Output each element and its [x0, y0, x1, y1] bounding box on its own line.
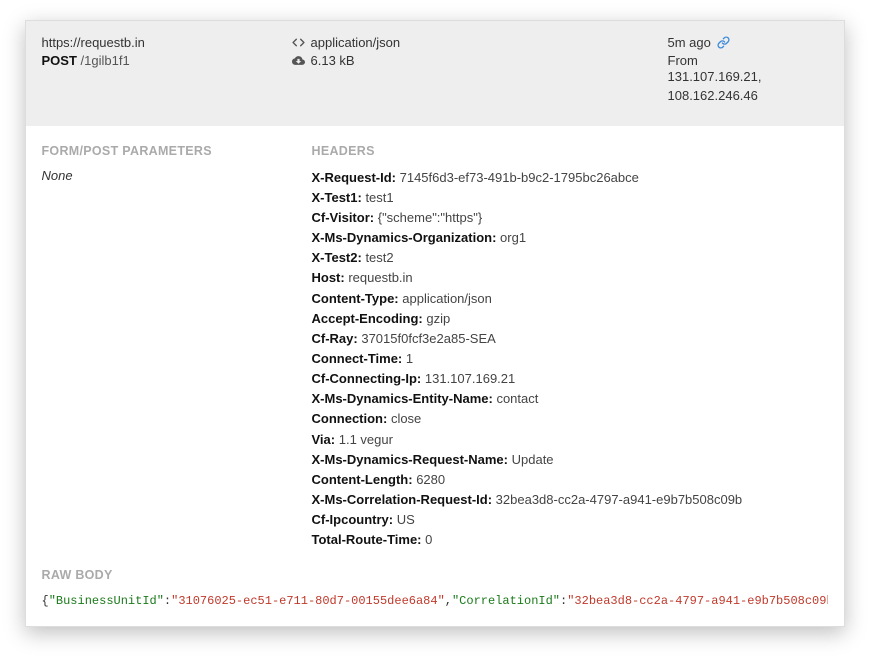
header-name: Connection:: [312, 411, 388, 426]
header-row: Content-Length: 6280: [312, 470, 828, 490]
header-value: contact: [493, 391, 539, 406]
header-row: Cf-Ray: 37015f0fcf3e2a85-SEA: [312, 329, 828, 349]
header-value: 37015f0fcf3e2a85-SEA: [358, 331, 496, 346]
header-name: X-Test1:: [312, 190, 362, 205]
raw-body-section: RAW BODY {"BusinessUnitId":"31076025-ec5…: [26, 556, 844, 624]
header-value: 32bea3d8-cc2a-4797-a941-e9b7b508c09b: [492, 492, 742, 507]
request-url: https://requestb.in: [42, 35, 292, 50]
header-name: Accept-Encoding:: [312, 311, 423, 326]
header-name: X-Ms-Dynamics-Request-Name:: [312, 452, 509, 467]
header-name: Cf-Ray:: [312, 331, 358, 346]
request-path: /1gilb1f1: [81, 53, 130, 68]
request-card: https://requestb.in POST /1gilb1f1 appli…: [25, 20, 845, 627]
header-name: X-Request-Id:: [312, 170, 397, 185]
header-row: Cf-Connecting-Ip: 131.107.169.21: [312, 369, 828, 389]
header-value: 1: [402, 351, 413, 366]
params-column: FORM/POST PARAMETERS None: [42, 144, 312, 551]
summary-meta-col: application/json 6.13 kB: [292, 35, 668, 106]
header-row: X-Ms-Dynamics-Organization: org1: [312, 228, 828, 248]
content-type-row: application/json: [292, 35, 668, 50]
header-row: X-Test2: test2: [312, 248, 828, 268]
header-row: Host: requestb.in: [312, 268, 828, 288]
header-row: Content-Type: application/json: [312, 289, 828, 309]
header-name: X-Test2:: [312, 250, 362, 265]
header-name: Cf-Connecting-Ip:: [312, 371, 422, 386]
header-value: gzip: [423, 311, 450, 326]
permalink-icon[interactable]: [717, 36, 730, 49]
header-name: Cf-Visitor:: [312, 210, 375, 225]
header-row: Cf-Ipcountry: US: [312, 510, 828, 530]
size-row: 6.13 kB: [292, 53, 668, 68]
params-none: None: [42, 168, 292, 183]
method-path-row: POST /1gilb1f1: [42, 53, 292, 68]
details-section: FORM/POST PARAMETERS None HEADERS X-Requ…: [26, 126, 844, 557]
header-row: Accept-Encoding: gzip: [312, 309, 828, 329]
header-row: X-Ms-Dynamics-Request-Name: Update: [312, 450, 828, 470]
time-row: 5m ago: [668, 35, 828, 50]
header-row: X-Request-Id: 7145f6d3-ef73-491b-b9c2-17…: [312, 168, 828, 188]
http-method: POST: [42, 53, 77, 68]
header-value: test2: [362, 250, 394, 265]
summary-time-col: 5m ago From 131.107.169.21, 108.162.246.…: [668, 35, 828, 106]
header-value: {"scheme":"https"}: [374, 210, 482, 225]
from-label: From: [668, 53, 828, 68]
summary-bar: https://requestb.in POST /1gilb1f1 appli…: [26, 21, 844, 126]
header-value: close: [387, 411, 421, 426]
header-name: X-Ms-Correlation-Request-Id:: [312, 492, 493, 507]
headers-title: HEADERS: [312, 144, 828, 158]
header-row: Via: 1.1 vegur: [312, 430, 828, 450]
header-row: Total-Route-Time: 0: [312, 530, 828, 550]
header-row: X-Ms-Correlation-Request-Id: 32bea3d8-cc…: [312, 490, 828, 510]
header-name: X-Ms-Dynamics-Organization:: [312, 230, 497, 245]
header-name: Total-Route-Time:: [312, 532, 422, 547]
header-row: Cf-Visitor: {"scheme":"https"}: [312, 208, 828, 228]
from-ips: 131.107.169.21, 108.162.246.46: [668, 68, 828, 106]
header-name: Host:: [312, 270, 345, 285]
code-icon: [292, 36, 305, 49]
header-value: 6280: [413, 472, 446, 487]
header-value: 1.1 vegur: [335, 432, 393, 447]
header-value: 7145f6d3-ef73-491b-b9c2-1795bc26abce: [396, 170, 639, 185]
header-name: Content-Type:: [312, 291, 399, 306]
header-name: Connect-Time:: [312, 351, 403, 366]
raw-body-scroll[interactable]: {"BusinessUnitId":"31076025-ec51-e711-80…: [42, 592, 828, 624]
header-value: 0: [422, 532, 433, 547]
summary-url-col: https://requestb.in POST /1gilb1f1: [42, 35, 292, 106]
header-row: X-Test1: test1: [312, 188, 828, 208]
header-value: 131.107.169.21: [421, 371, 515, 386]
raw-body-content: {"BusinessUnitId":"31076025-ec51-e711-80…: [42, 592, 828, 618]
header-value: org1: [496, 230, 526, 245]
header-row: X-Ms-Dynamics-Entity-Name: contact: [312, 389, 828, 409]
header-row: Connect-Time: 1: [312, 349, 828, 369]
headers-column: HEADERS X-Request-Id: 7145f6d3-ef73-491b…: [312, 144, 828, 551]
headers-list: X-Request-Id: 7145f6d3-ef73-491b-b9c2-17…: [312, 168, 828, 551]
header-name: Cf-Ipcountry:: [312, 512, 394, 527]
params-title: FORM/POST PARAMETERS: [42, 144, 292, 158]
content-type-value: application/json: [311, 35, 401, 50]
header-value: Update: [508, 452, 554, 467]
time-ago: 5m ago: [668, 35, 711, 50]
header-name: Via:: [312, 432, 336, 447]
header-name: X-Ms-Dynamics-Entity-Name:: [312, 391, 493, 406]
header-name: Content-Length:: [312, 472, 413, 487]
raw-body-title: RAW BODY: [42, 568, 828, 582]
header-value: US: [393, 512, 415, 527]
cloud-download-icon: [292, 54, 305, 67]
header-value: test1: [362, 190, 394, 205]
header-value: requestb.in: [345, 270, 413, 285]
size-value: 6.13 kB: [311, 53, 355, 68]
header-row: Connection: close: [312, 409, 828, 429]
header-value: application/json: [399, 291, 492, 306]
